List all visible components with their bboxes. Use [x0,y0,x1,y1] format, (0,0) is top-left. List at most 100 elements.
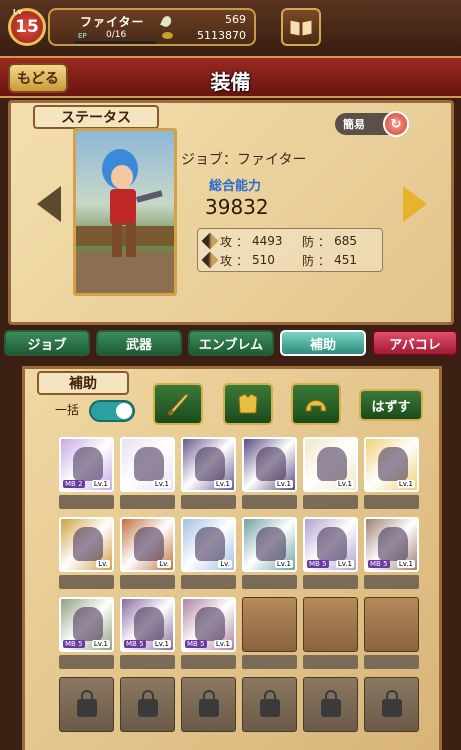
card-sub-slot [364,655,419,669]
card-level-badge: Lv.1 [152,480,171,488]
status-panel: ステータス 簡易 ↻ ジョブ：ファイター 総合能力 39832 攻： 4493 … [8,100,454,325]
lock-icon [198,689,219,717]
filter-armor-button[interactable] [223,383,273,425]
card-level-badge: Lv.1 [335,480,354,488]
title-bar: もどる 装備 [0,56,461,98]
atk-label: 攻 [220,253,233,268]
card-art-icon [195,527,225,561]
card-sub-slot [303,495,358,509]
empty-card-slot[interactable] [242,597,297,652]
toggle-knob [116,403,132,419]
ep-value: 0/16 [106,30,127,40]
assist-card[interactable]: MB 2 Lv.1 [59,437,114,492]
card-sub-slot [303,655,358,669]
lock-icon [381,689,402,717]
assist-card[interactable]: Lv.1 [181,437,236,492]
remove-all-button[interactable]: はずす [359,389,423,421]
page-title: 装備 [210,70,251,94]
lock-icon [320,689,341,717]
refresh-icon: ↻ [383,111,409,137]
card-art-icon [73,447,103,481]
card-sub-slot [181,575,236,589]
gem-count: 569 [225,13,246,26]
tab-assist[interactable]: 補助 [280,330,366,356]
ep-bar [74,41,156,44]
stats-box: 攻： 4493 防： 685 攻： 510 防： 451 [197,228,383,272]
assist-card[interactable]: Lv.1 [303,437,358,492]
lock-icon [137,689,158,717]
menu-book-button[interactable] [281,8,321,46]
assist-card[interactable]: Lv.1 [364,437,419,492]
card-art-icon [73,527,103,561]
locked-card-slot [59,677,114,732]
filter-weapon-button[interactable] [153,383,203,425]
helmet-icon [305,400,327,412]
assist-card[interactable]: MB 5 Lv.1 [59,597,114,652]
card-sub-slot [242,575,297,589]
card-level-badge: Lv.1 [152,640,171,648]
assist-card[interactable]: Lv.1 [242,517,297,572]
empty-card-slot[interactable] [303,597,358,652]
ep-label: EP [78,32,87,40]
sword-icon [167,393,189,416]
tab-emblem[interactable]: エンブレム [188,330,274,356]
level-value: 15 [15,17,39,37]
status-section-label: ステータス [33,105,159,129]
assist-card[interactable]: MB 5 Lv.1 [120,597,175,652]
book-icon [289,17,313,37]
card-art-icon [134,607,164,641]
stat-row-weapon: 攻： 4493 防： 685 [201,232,357,250]
assist-section-label: 補助 [37,371,129,395]
card-sub-slot [242,655,297,669]
assist-card[interactable]: MB 5 Lv.1 [364,517,419,572]
card-mb-badge: MB 2 [63,480,85,488]
def-label: 防 [302,234,315,249]
locked-card-slot [242,677,297,732]
top-bar: Lv 15 ファイター EP 0/16 569 5113870 [0,0,461,52]
bulk-toggle[interactable] [89,400,135,422]
prev-arrow-icon[interactable] [37,186,61,222]
card-sub-slot [120,575,175,589]
tab-weapon[interactable]: 武器 [96,330,182,356]
filter-helmet-button[interactable] [291,383,341,425]
card-art-icon [134,527,164,561]
card-level-badge: Lv.1 [335,560,354,568]
simple-view-button[interactable]: 簡易 ↻ [335,111,409,137]
total-power-label: 総合能力 [209,179,262,194]
card-art-icon [195,607,225,641]
card-level-badge: Lv.1 [274,480,293,488]
atk-value: 4493 [252,234,283,248]
bulk-label: 一括 [55,403,80,417]
locked-card-slot [364,677,419,732]
gold-coin-icon [162,32,173,39]
card-level-badge: Lv. [218,560,232,568]
def-label: 防 [302,253,315,268]
stat-row-sub: 攻： 510 防： 451 [201,251,357,269]
card-level-badge: Lv.1 [396,560,415,568]
card-level-badge: Lv. [96,560,110,568]
card-sub-slot [59,495,114,509]
card-level-badge: Lv.1 [396,480,415,488]
assist-card[interactable]: Lv.1 [242,437,297,492]
card-art-icon [256,527,286,561]
assist-card[interactable]: MB 5 Lv.1 [181,597,236,652]
card-level-badge: Lv.1 [91,480,110,488]
empty-card-slot[interactable] [364,597,419,652]
assist-card[interactable]: Lv. [181,517,236,572]
tab-job[interactable]: ジョブ [4,330,90,356]
next-arrow-icon[interactable] [403,186,427,222]
card-mb-badge: MB 5 [63,640,85,648]
card-mb-badge: MB 5 [185,640,207,648]
assist-card[interactable]: Lv.1 [120,437,175,492]
card-level-badge: Lv.1 [274,560,293,568]
assist-card[interactable]: MB 5 Lv.1 [303,517,358,572]
assist-card[interactable]: Lv. [120,517,175,572]
atk-label: 攻 [220,234,233,249]
tab-avatar-collection[interactable]: アバコレ [372,330,458,356]
atk-value: 510 [252,253,275,267]
card-art-icon [256,447,286,481]
assist-card[interactable]: Lv. [59,517,114,572]
card-art-icon [317,447,347,481]
locked-card-slot [181,677,236,732]
gem-icon [160,14,173,29]
